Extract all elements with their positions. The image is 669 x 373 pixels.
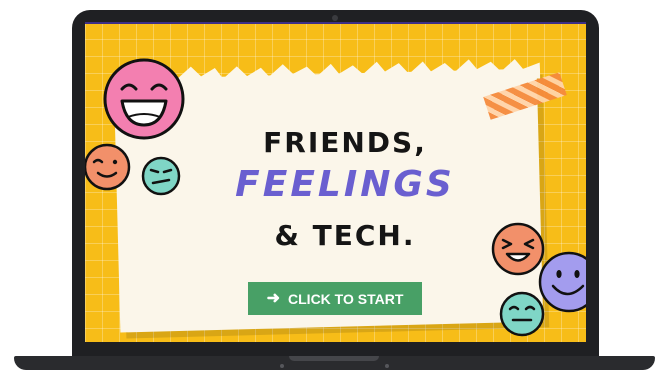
neutral-face-icon <box>499 291 545 337</box>
arrow-right-icon: ➜ <box>266 289 281 307</box>
laptop-lid: FRIENDS, FEELINGS & TECH. ➜ CLICK TO STA… <box>72 10 599 362</box>
screen-top-line <box>85 22 586 24</box>
click-to-start-button[interactable]: ➜ CLICK TO START <box>248 282 422 315</box>
title-line-feelings: FEELINGS <box>235 164 455 205</box>
laptop-notch <box>289 356 379 361</box>
title-line-tech: & TECH. <box>274 219 416 252</box>
meh-face-icon <box>141 156 181 196</box>
webcam-icon <box>332 15 338 21</box>
title-line-friends: FRIENDS, <box>263 126 427 159</box>
winking-face-icon <box>85 143 131 191</box>
laptop-base <box>14 356 655 370</box>
laughing-face-icon <box>103 58 185 140</box>
laptop-screen: FRIENDS, FEELINGS & TECH. ➜ CLICK TO STA… <box>85 22 586 342</box>
hinge-dot <box>385 364 389 368</box>
hinge-dot <box>280 364 284 368</box>
start-button-label: CLICK TO START <box>288 290 404 307</box>
